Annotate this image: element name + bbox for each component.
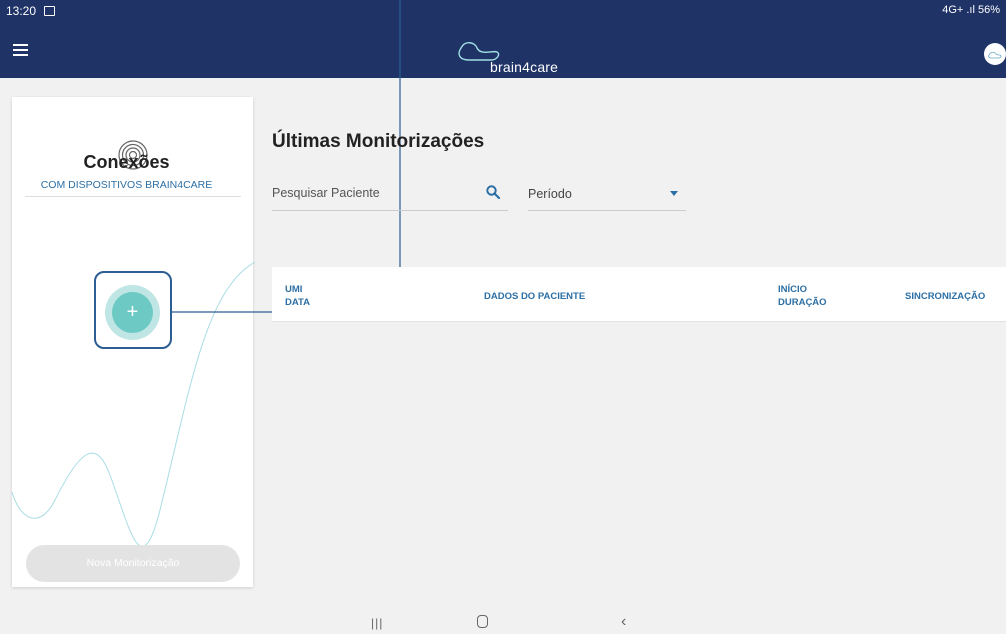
- dropdown-icon: [670, 191, 678, 196]
- header-inicio-duracao[interactable]: INÍCIO DURAÇÃO: [778, 283, 827, 309]
- new-monitoring-button[interactable]: Nova Monitorização: [26, 545, 240, 582]
- header-sincronizacao[interactable]: SINCRONIZAÇÃO: [905, 290, 985, 303]
- period-label: Período: [528, 187, 572, 201]
- period-select[interactable]: Período: [528, 178, 686, 211]
- add-icon: +: [112, 292, 153, 333]
- nav-back-icon[interactable]: ‹: [621, 613, 626, 631]
- header-duracao: DURAÇÃO: [778, 297, 827, 308]
- callout-line: [172, 0, 401, 313]
- system-nav-bar: ||| ‹: [0, 602, 1006, 634]
- header-dados-paciente[interactable]: DADOS DO PACIENTE: [484, 290, 585, 303]
- header-umi: UMI: [285, 284, 303, 295]
- page-title: Últimas Monitorizações: [272, 131, 485, 152]
- search-icon[interactable]: [486, 185, 500, 199]
- nav-home-icon[interactable]: [477, 615, 488, 628]
- header-inicio: INÍCIO: [778, 284, 808, 295]
- search-input[interactable]: [272, 178, 472, 208]
- nav-recent-icon[interactable]: |||: [371, 616, 383, 630]
- search-field: [272, 178, 508, 211]
- header-umi-data[interactable]: UMI DATA: [285, 283, 310, 309]
- add-connection-button[interactable]: +: [105, 285, 160, 340]
- table-header: UMI DATA DADOS DO PACIENTE INÍCIO DURAÇÃ…: [272, 267, 1006, 322]
- header-data: DATA: [285, 297, 310, 308]
